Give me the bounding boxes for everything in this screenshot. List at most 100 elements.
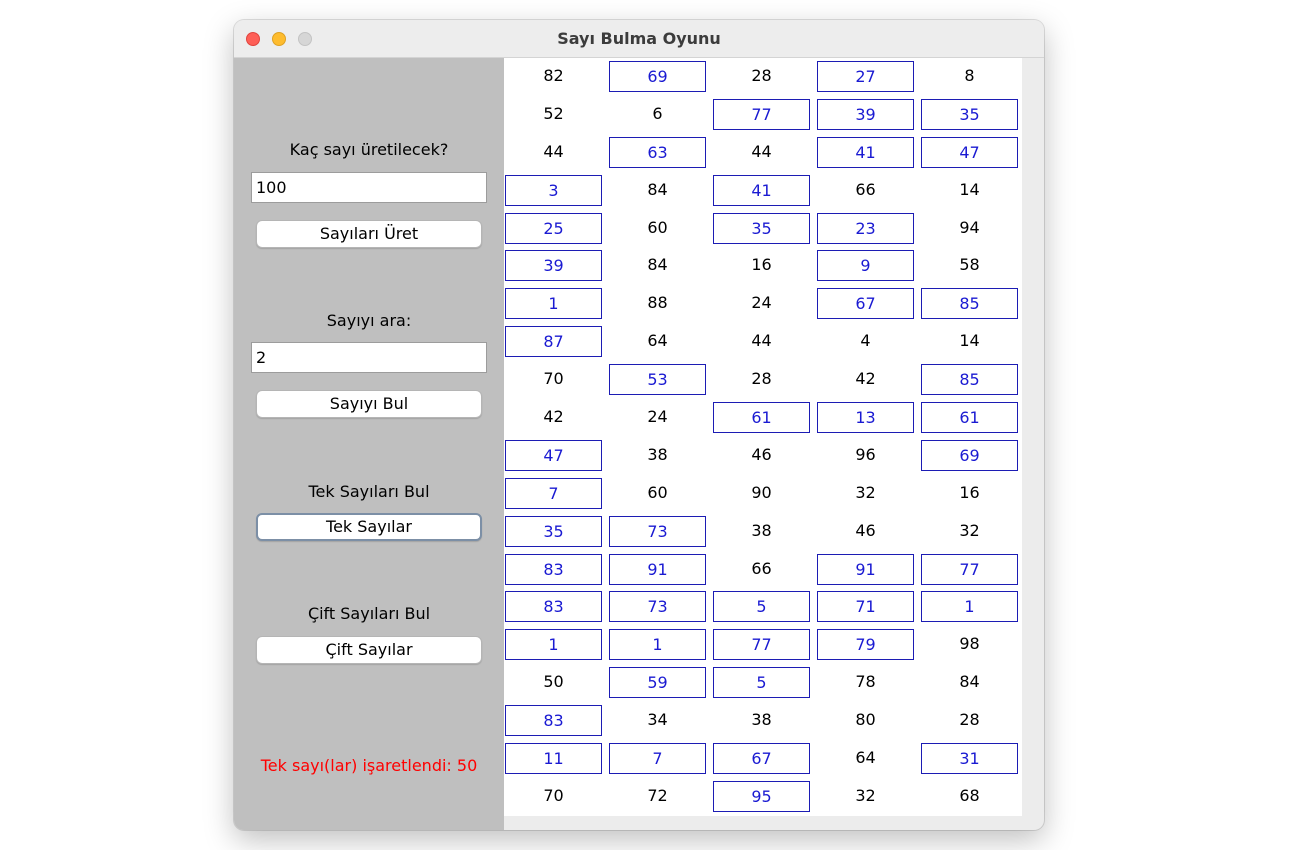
number-label: 77: [921, 553, 1018, 585]
number-label: 28: [751, 66, 772, 85]
number-cell: 27: [816, 58, 920, 96]
number-cell: 46: [712, 437, 816, 475]
number-label: 39: [817, 98, 914, 130]
number-cell: 67: [712, 740, 816, 778]
number-cell: 44: [504, 134, 608, 172]
number-label: 91: [817, 553, 914, 585]
number-cell: 44: [712, 134, 816, 172]
number-cell: 23: [816, 210, 920, 248]
number-cell: 38: [712, 513, 816, 551]
count-label: Kaç sayı üretilecek?: [289, 140, 449, 159]
number-cell: 90: [712, 475, 816, 513]
number-label: 32: [855, 785, 876, 805]
number-label: 47: [505, 439, 602, 471]
number-label: 58: [959, 255, 980, 275]
number-cell: 83: [504, 702, 608, 740]
number-cell: 88: [608, 285, 712, 323]
number-cell: 11: [504, 740, 608, 778]
number-cell: 28: [712, 58, 816, 96]
number-label: 91: [609, 553, 706, 585]
numbers-grid: 82 69 28 27 8 52 6 77 39 35 44 63 44 41 47 3 84 41 66 14 25 6…: [504, 58, 1024, 816]
number-cell: 83: [504, 551, 608, 589]
number-cell: 82: [504, 58, 608, 96]
number-cell: 32: [816, 475, 920, 513]
number-cell: 69: [920, 437, 1024, 475]
number-cell: 28: [712, 361, 816, 399]
number-label: 9: [817, 250, 914, 282]
number-cell: 38: [608, 437, 712, 475]
number-label: 83: [505, 591, 602, 623]
number-cell: 96: [816, 437, 920, 475]
number-label: 7: [609, 743, 706, 775]
number-label: 38: [751, 710, 772, 730]
generate-numbers-button[interactable]: Sayıları Üret: [256, 220, 482, 248]
number-cell: 9: [816, 247, 920, 285]
count-input[interactable]: [251, 172, 487, 203]
number-label: 16: [751, 255, 772, 275]
search-input[interactable]: [251, 342, 487, 373]
number-cell: 16: [920, 475, 1024, 513]
number-label: 70: [543, 369, 564, 389]
number-label: 66: [855, 179, 876, 199]
number-label: 3: [505, 174, 602, 206]
number-cell: 32: [920, 513, 1024, 551]
number-label: 46: [751, 444, 772, 464]
number-label: 69: [921, 439, 1018, 471]
number-cell: 16: [712, 247, 816, 285]
number-cell: 83: [504, 588, 608, 626]
number-cell: 1: [504, 626, 608, 664]
number-label: 80: [855, 710, 876, 730]
number-label: 5: [713, 591, 810, 623]
number-cell: 66: [712, 551, 816, 589]
number-cell: 95: [712, 778, 816, 816]
number-cell: 14: [920, 172, 1024, 210]
number-cell: 38: [712, 702, 816, 740]
number-cell: 5: [712, 588, 816, 626]
number-cell: 42: [816, 361, 920, 399]
number-label: 67: [713, 743, 810, 775]
number-label: 64: [647, 331, 668, 351]
number-cell: 64: [608, 323, 712, 361]
number-cell: 47: [504, 437, 608, 475]
number-label: 52: [543, 103, 564, 123]
number-cell: 50: [504, 664, 608, 702]
number-label: 4: [860, 331, 871, 351]
number-label: 44: [751, 141, 772, 161]
number-cell: 42: [504, 399, 608, 437]
number-cell: 7: [504, 475, 608, 513]
number-cell: 68: [920, 778, 1024, 816]
number-label: 83: [505, 705, 602, 737]
number-cell: 31: [920, 740, 1024, 778]
number-label: 28: [751, 369, 772, 389]
number-cell: 35: [504, 513, 608, 551]
find-number-button[interactable]: Sayıyı Bul: [256, 390, 482, 418]
number-cell: 67: [816, 285, 920, 323]
number-label: 32: [855, 482, 876, 502]
number-label: 71: [817, 591, 914, 623]
number-cell: 61: [712, 399, 816, 437]
number-cell: 1: [608, 626, 712, 664]
number-label: 11: [505, 743, 602, 775]
number-label: 60: [647, 482, 668, 502]
app-window: Sayı Bulma Oyunu Kaç sayı üretilecek? Sa…: [234, 20, 1044, 830]
number-label: 41: [713, 174, 810, 206]
number-cell: 70: [504, 361, 608, 399]
even-numbers-button[interactable]: Çift Sayılar: [256, 636, 482, 664]
number-label: 35: [505, 515, 602, 547]
number-label: 46: [855, 520, 876, 540]
number-cell: 79: [816, 626, 920, 664]
number-cell: 25: [504, 210, 608, 248]
number-cell: 85: [920, 361, 1024, 399]
number-label: 42: [543, 407, 564, 427]
number-cell: 66: [816, 172, 920, 210]
number-cell: 73: [608, 513, 712, 551]
number-cell: 94: [920, 210, 1024, 248]
number-cell: 60: [608, 210, 712, 248]
number-label: 28: [959, 710, 980, 730]
number-label: 39: [505, 250, 602, 282]
odd-numbers-button[interactable]: Tek Sayılar: [256, 513, 482, 541]
number-cell: 71: [816, 588, 920, 626]
number-cell: 13: [816, 399, 920, 437]
number-cell: 91: [816, 551, 920, 589]
number-label: 42: [855, 369, 876, 389]
